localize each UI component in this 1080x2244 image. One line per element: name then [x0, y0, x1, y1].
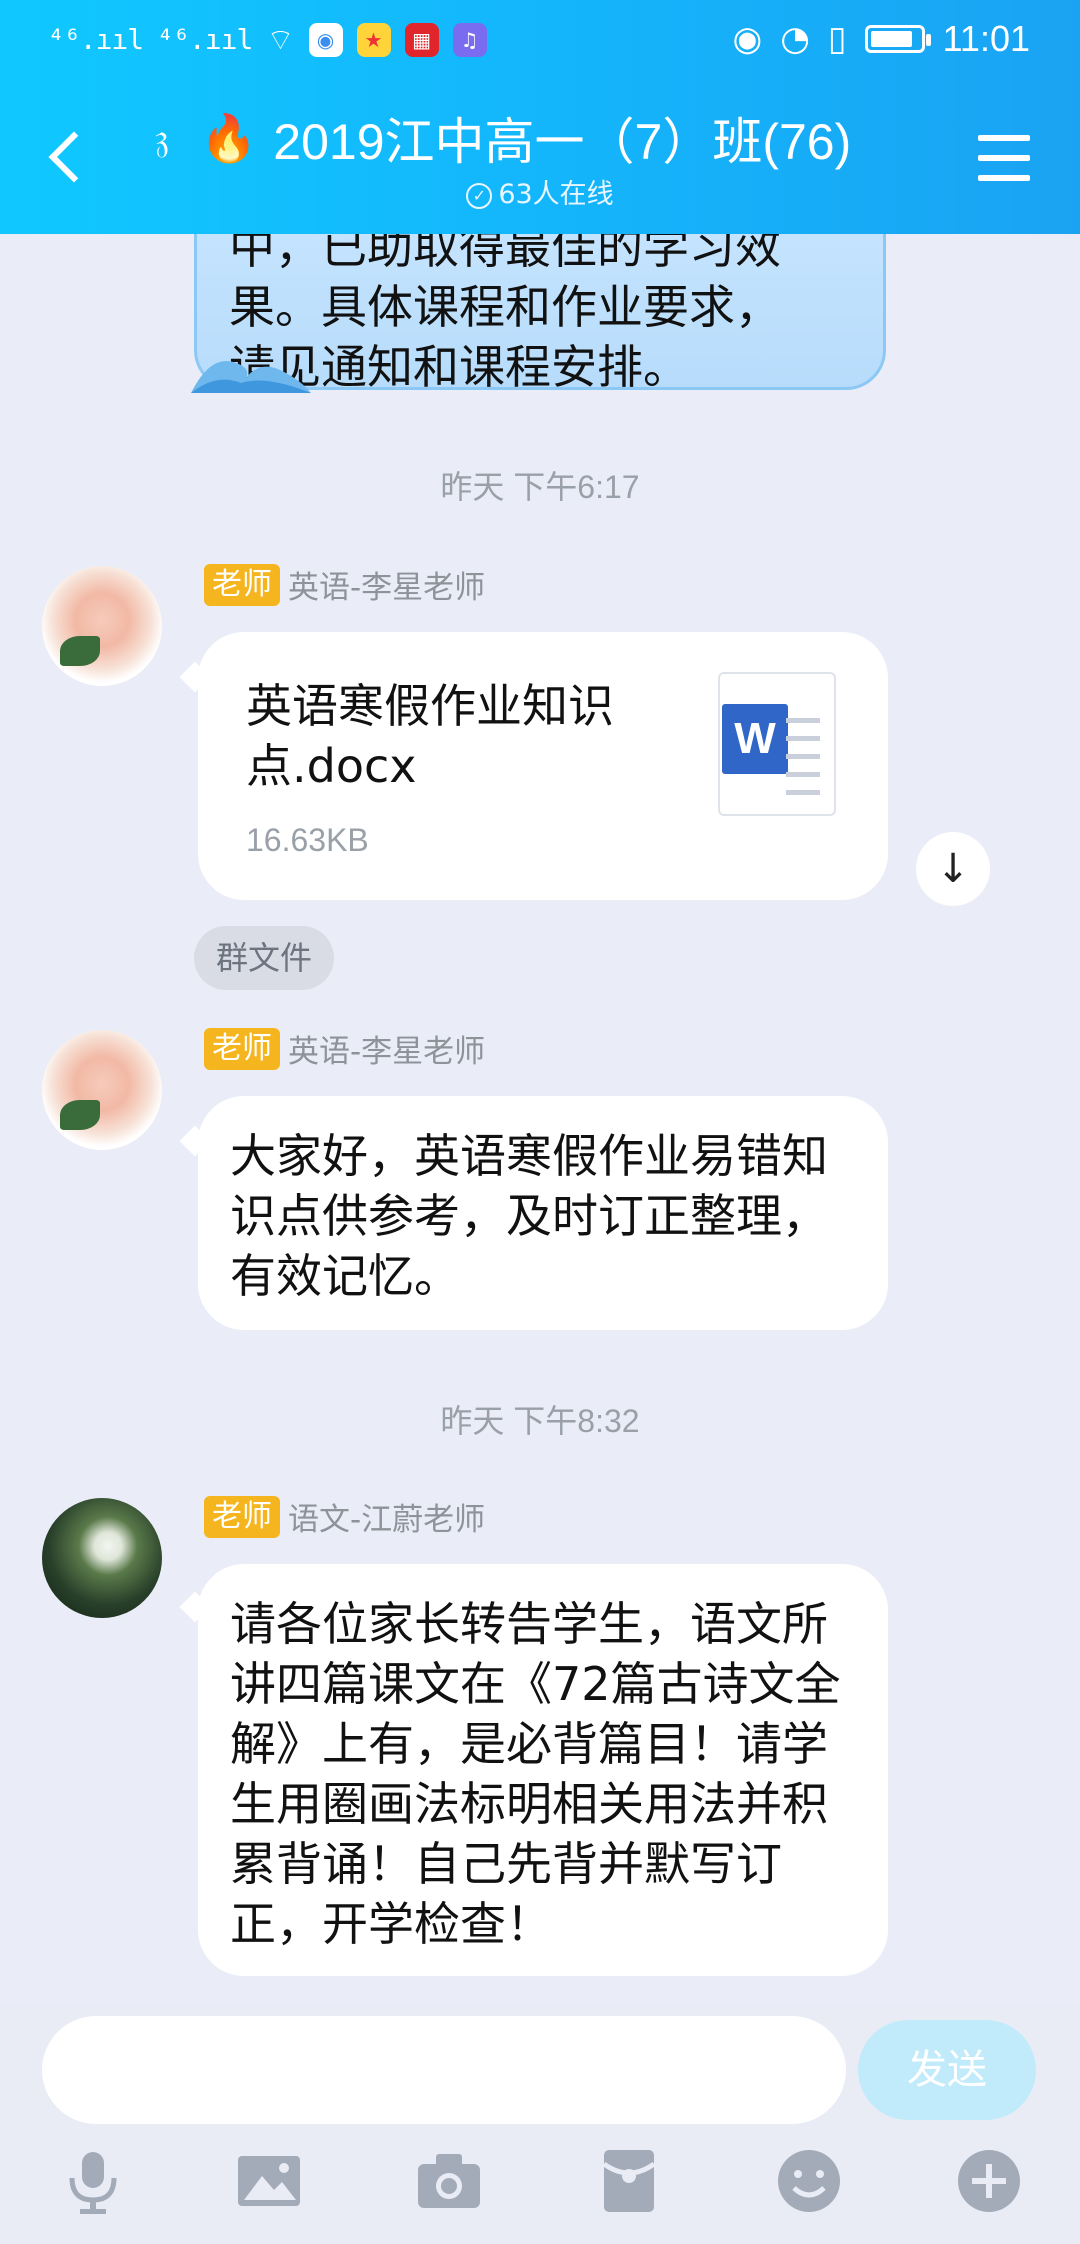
emoji-icon[interactable]: [774, 2146, 844, 2216]
sender-name[interactable]: 语文-江蔚老师: [288, 1494, 485, 1539]
role-badge: 老师: [204, 1027, 280, 1070]
file-message-bubble[interactable]: 英语寒假作业知识点.docx 16.63KB W: [198, 632, 888, 900]
timestamp: 昨天 下午6:17: [440, 469, 640, 505]
sender-name[interactable]: 英语-李星老师: [288, 1026, 485, 1071]
role-badge: 老师: [204, 563, 280, 606]
prev-line-3: 请见通知和课程安排。: [229, 340, 689, 394]
ear-icon[interactable]: 𝔷: [140, 115, 184, 161]
music-app-icon: ♫: [452, 23, 487, 57]
chat-app-icon: ◉: [308, 23, 343, 57]
toolbar: [0, 2146, 1080, 2236]
download-icon[interactable]: ↓: [916, 832, 990, 906]
wave-decoration-icon: [191, 361, 311, 393]
role-badge: 老师: [204, 1495, 280, 1538]
group-file-tag[interactable]: 群文件: [194, 926, 335, 990]
chat-title: 2019江中高一（7）班(76): [273, 114, 852, 170]
star-app-icon: ★: [356, 23, 391, 57]
input-bar: 发送: [0, 2006, 1080, 2244]
vibrate-icon: ▯: [827, 19, 847, 59]
previous-message-bubble[interactable]: 中，已助取得最佳的学习效 果。具体课程和作业要求， 请见通知和课程安排。: [191, 234, 886, 394]
text-message-bubble[interactable]: 请各位家长转告学生，语文所讲四篇课文在《72篇古诗文全解》上有，是必背篇目！请学…: [198, 1564, 888, 1976]
microphone-icon[interactable]: [58, 2146, 128, 2216]
file-name: 英语寒假作业知识点.docx: [246, 679, 614, 793]
sender-label: 老师 英语-李星老师: [204, 562, 485, 607]
signal-icon: ⁴⁶.ııl: [48, 23, 144, 56]
eye-icon: ◉: [732, 19, 763, 59]
text-message-bubble[interactable]: 大家好，英语寒假作业易错知识点供参考，及时订正整理，有效记忆。: [198, 1096, 888, 1330]
sender-label: 老师 语文-江蔚老师: [204, 1494, 485, 1539]
sender-label: 老师 英语-李星老师: [204, 1026, 485, 1071]
red-packet-icon[interactable]: [594, 2146, 664, 2216]
message-input[interactable]: [42, 2016, 846, 2124]
signal-icon-2: ⁴⁶.ııl: [157, 23, 253, 56]
check-circle-icon: ✓: [466, 182, 493, 209]
clock: 11:01: [942, 18, 1030, 59]
word-document-icon: W: [718, 672, 836, 816]
avatar[interactable]: [42, 1030, 162, 1150]
message-text: 大家好，英语寒假作业易错知识点供参考，及时订正整理，有效记忆。: [230, 1129, 828, 1303]
tmall-app-icon: ▦: [404, 23, 439, 57]
plus-icon[interactable]: [954, 2146, 1024, 2216]
send-button[interactable]: 发送: [858, 2020, 1036, 2120]
avatar[interactable]: [42, 566, 162, 686]
timestamp: 昨天 下午8:32: [440, 1403, 640, 1439]
prev-line-2: 果。具体课程和作业要求，: [229, 280, 781, 334]
battery-icon: [864, 25, 931, 53]
status-bar: ⁴⁶.ııl ⁴⁶.ııl ⌔ ◉ ★ ▦ ♫ ◉ ◔ ▯ 11:01: [0, 0, 1080, 84]
image-icon[interactable]: [234, 2146, 304, 2216]
online-count: ✓ 63人在线: [0, 172, 1080, 211]
sender-name[interactable]: 英语-李星老师: [288, 562, 485, 607]
fire-icon: 🔥: [200, 110, 258, 165]
file-size: 16.63KB: [246, 822, 369, 858]
chat-area[interactable]: 中，已助取得最佳的学习效 果。具体课程和作业要求， 请见通知和课程安排。 昨天 …: [0, 234, 1080, 2006]
message-text: 请各位家长转告学生，语文所讲四篇课文在《72篇古诗文全解》上有，是必背篇目！请学…: [230, 1597, 841, 1951]
wifi-icon: ⌔: [266, 23, 295, 58]
prev-line-1: 中，已助取得最佳的学习效: [229, 234, 781, 274]
alarm-icon: ◔: [780, 19, 810, 59]
menu-icon[interactable]: [978, 135, 1030, 181]
online-text: 63人在线: [498, 179, 614, 210]
title-row: 𝔷 🔥 2019江中高一（7）班(76): [140, 102, 851, 174]
header: ⁴⁶.ııl ⁴⁶.ııl ⌔ ◉ ★ ▦ ♫ ◉ ◔ ▯ 11:01 𝔷 🔥 …: [0, 0, 1080, 234]
camera-icon[interactable]: [414, 2146, 484, 2216]
avatar[interactable]: [42, 1498, 162, 1618]
